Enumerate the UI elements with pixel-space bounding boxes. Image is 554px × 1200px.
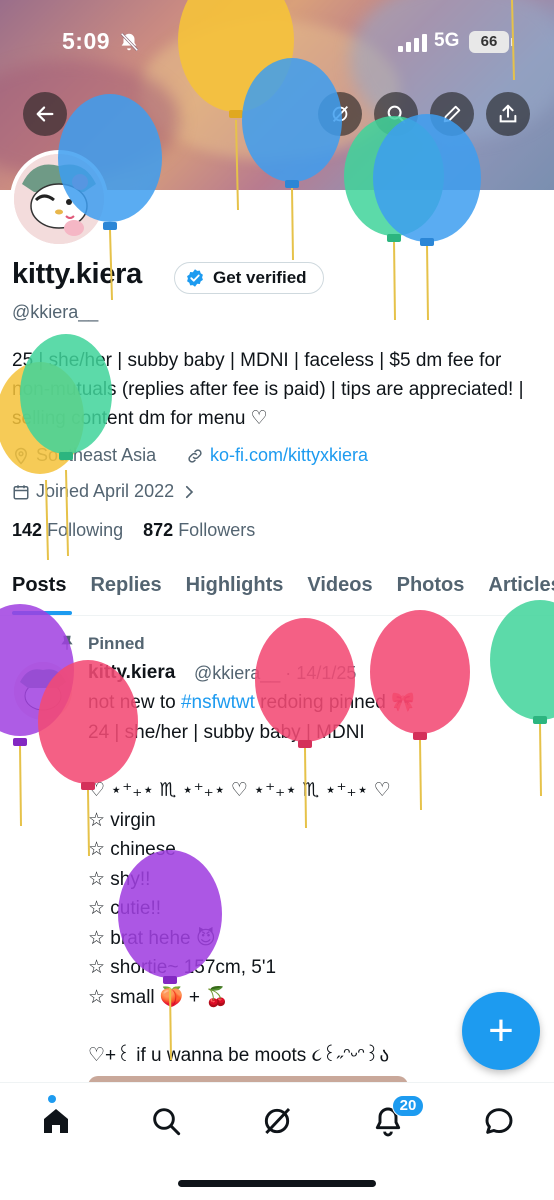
joined-row[interactable]: Joined April 2022 bbox=[12, 481, 198, 502]
location-pin-icon bbox=[14, 447, 28, 465]
pencil-icon bbox=[443, 105, 461, 123]
following-label: Following bbox=[47, 520, 124, 540]
search-button[interactable] bbox=[374, 92, 418, 136]
pinned-label: Pinned bbox=[88, 634, 145, 653]
nav-search[interactable] bbox=[146, 1101, 186, 1141]
following-link[interactable]: 142 Following bbox=[12, 520, 123, 540]
edit-button[interactable] bbox=[430, 92, 474, 136]
share-button[interactable] bbox=[486, 92, 530, 136]
tab-posts[interactable]: Posts bbox=[0, 562, 78, 615]
get-verified-label: Get verified bbox=[213, 268, 307, 287]
following-count: 142 bbox=[12, 520, 43, 540]
chevron-right-icon bbox=[186, 485, 194, 498]
nav-messages[interactable] bbox=[479, 1101, 519, 1141]
tweet-divider: ♡ ⋆⁺₊⋆ ♏︎ ⋆⁺₊⋆ ♡ ⋆⁺₊⋆ ♏︎ ⋆⁺₊⋆ ♡ bbox=[88, 780, 391, 801]
followers-link[interactable]: 872 Followers bbox=[143, 520, 255, 540]
tweet-line-1-prefix: not new to bbox=[88, 692, 181, 713]
tab-replies[interactable]: Replies bbox=[78, 562, 173, 615]
calendar-icon bbox=[13, 484, 29, 499]
profile-handle: @kkiera__ bbox=[12, 302, 99, 322]
home-icon bbox=[44, 1109, 68, 1133]
signal-icon bbox=[398, 34, 427, 52]
get-verified-button[interactable]: Get verified bbox=[174, 262, 324, 294]
nav-grok[interactable] bbox=[257, 1101, 297, 1141]
battery-level: 66 bbox=[469, 31, 514, 53]
arrow-left-icon bbox=[36, 106, 54, 122]
pin-icon bbox=[61, 635, 73, 650]
website-link[interactable]: ko-fi.com/kittyxkiera bbox=[210, 445, 368, 466]
home-indicator bbox=[178, 1180, 376, 1187]
back-button[interactable] bbox=[23, 92, 67, 136]
website-row[interactable]: ko-fi.com/kittyxkiera bbox=[186, 445, 368, 466]
tweet-avatar[interactable] bbox=[14, 662, 72, 720]
follow-stats: 142 Following 872 Followers bbox=[12, 520, 255, 541]
profile-name: kitty.kiera bbox=[12, 258, 142, 290]
tweet-handle-time: @kkiera__ · 14/1/25 bbox=[194, 663, 357, 683]
grok-button[interactable] bbox=[318, 92, 362, 136]
search-icon bbox=[153, 1108, 181, 1136]
search-icon bbox=[387, 105, 406, 124]
tweet-list-item: ☆ virgin bbox=[88, 809, 156, 831]
bell-off-icon bbox=[120, 32, 139, 52]
tweet-list-item: ☆ shortie~ 157cm, 5'1 bbox=[88, 957, 277, 978]
tweet-line-1-suffix: redoing pinned 🎀 bbox=[254, 692, 415, 713]
location-row: Southeast Asia bbox=[12, 445, 156, 466]
location-text: Southeast Asia bbox=[36, 445, 157, 465]
status-bar: 5:09 5G 66 bbox=[0, 0, 554, 84]
tweet-avatar-image bbox=[14, 662, 72, 720]
tweet-author-name[interactable]: kitty.kiera bbox=[88, 662, 175, 684]
notification-count-badge: 20 bbox=[392, 1095, 424, 1117]
compose-button[interactable]: + bbox=[462, 992, 540, 1070]
tweet-line-2: 24 | she/her | subby baby | MDNI bbox=[88, 721, 365, 743]
hashtag-link[interactable]: #nsfwtwt bbox=[181, 692, 255, 713]
tweet-list-item: ☆ cutie!! bbox=[88, 898, 162, 919]
chat-bubble-icon bbox=[485, 1108, 513, 1134]
nav-home[interactable] bbox=[36, 1101, 76, 1141]
tab-photos[interactable]: Photos bbox=[385, 562, 477, 615]
tweet-line-1: not new to #nsfwtwt redoing pinned 🎀 bbox=[88, 688, 538, 718]
home-unread-dot bbox=[48, 1095, 56, 1103]
profile-tabs: Posts Replies Highlights Videos Photos A… bbox=[0, 562, 554, 616]
grok-icon bbox=[332, 106, 349, 122]
tab-videos[interactable]: Videos bbox=[295, 562, 384, 615]
tweet-list-item: ☆ shy!! bbox=[88, 868, 151, 890]
link-icon bbox=[188, 448, 202, 463]
tweet-list-item: ☆ chinese bbox=[88, 839, 176, 860]
tab-highlights[interactable]: Highlights bbox=[174, 562, 296, 615]
followers-count: 872 bbox=[143, 520, 174, 540]
network-type: 5G bbox=[434, 30, 460, 51]
verified-badge-icon bbox=[187, 269, 203, 287]
tab-articles[interactable]: Articles bbox=[476, 562, 554, 615]
tweet-list-item: ☆ brat hehe 😈 bbox=[88, 927, 216, 949]
profile-avatar[interactable] bbox=[10, 150, 108, 248]
joined-text: Joined April 2022 bbox=[36, 481, 175, 501]
profile-bio: 25 | she/her | subby baby | MDNI | facel… bbox=[12, 350, 524, 429]
status-time: 5:09 bbox=[62, 28, 111, 54]
grok-icon bbox=[264, 1107, 291, 1135]
followers-label: Followers bbox=[178, 520, 256, 540]
share-icon bbox=[499, 104, 517, 123]
avatar-image bbox=[14, 154, 104, 244]
